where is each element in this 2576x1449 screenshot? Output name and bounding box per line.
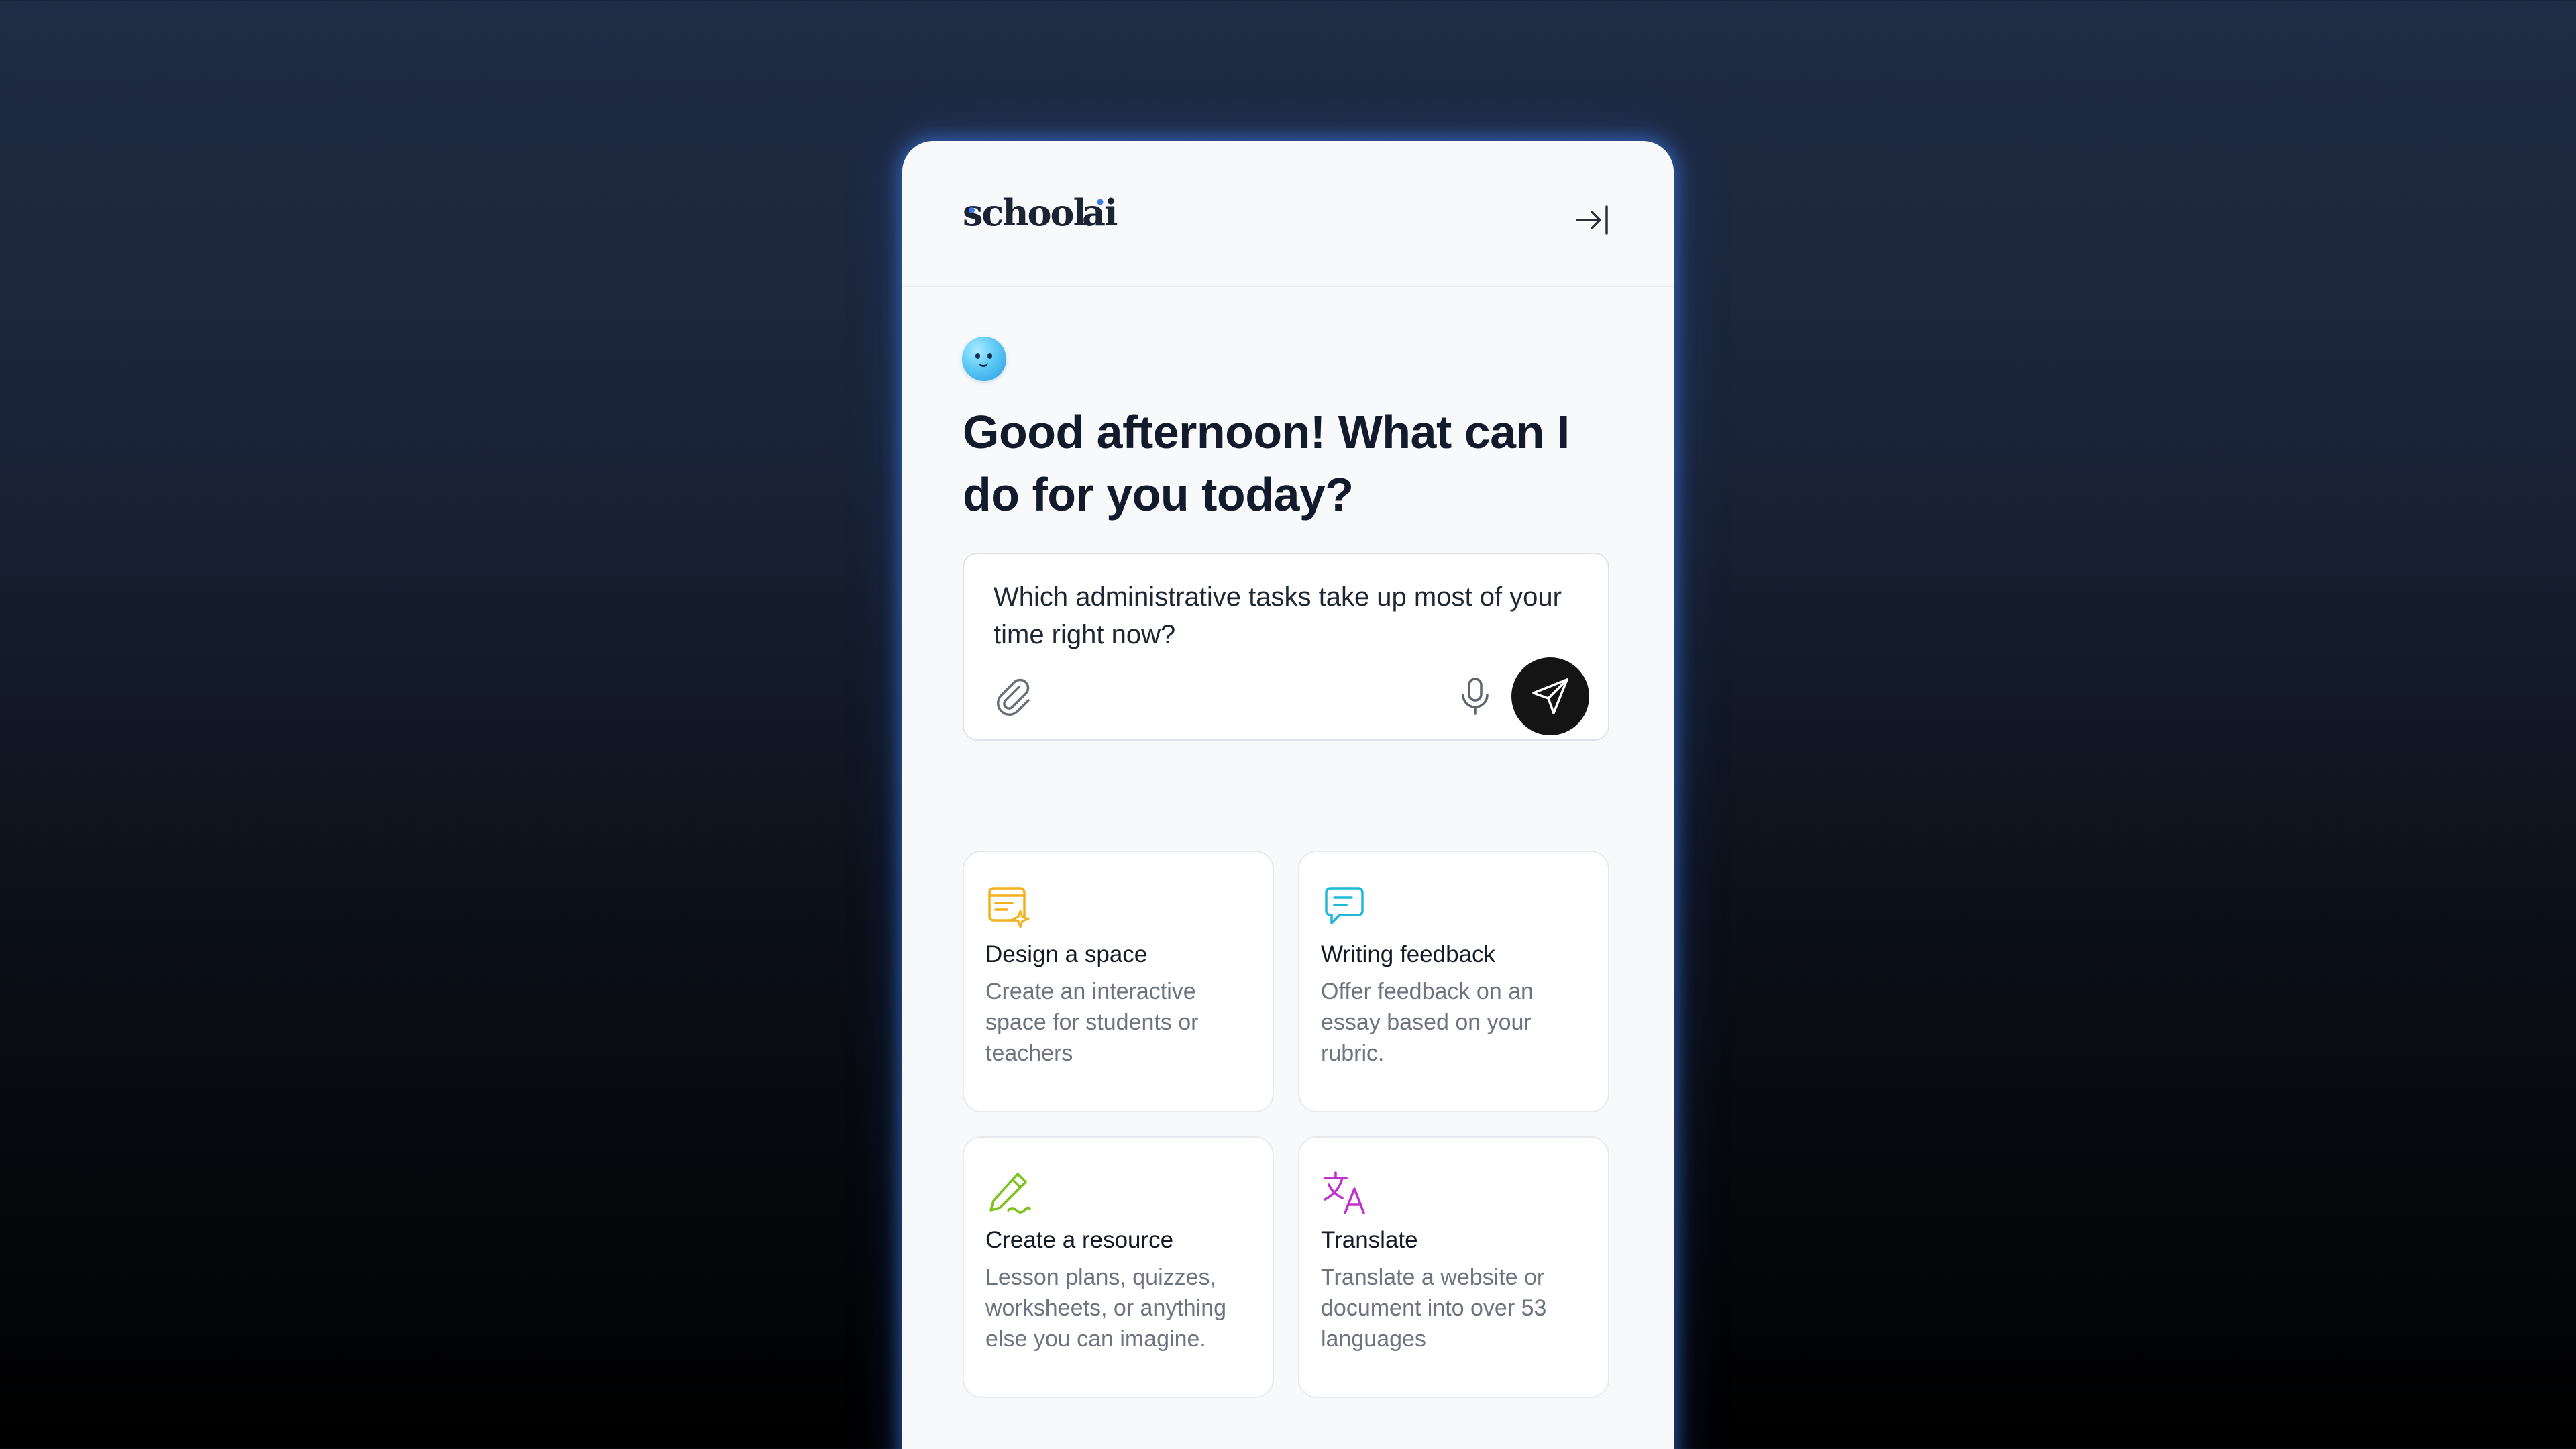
card-description: Translate a website or document into ove… <box>1321 1265 1547 1352</box>
chat-feedback-icon <box>1325 887 1364 924</box>
card-title: Writing feedback <box>1321 941 1496 967</box>
send-icon <box>1532 678 1568 714</box>
quick-action-translate[interactable]: Translate Translate a website or documen… <box>1298 1136 1609 1398</box>
collapse-panel-button[interactable] <box>1570 199 1613 241</box>
design-space-icon <box>988 887 1030 928</box>
collapse-right-icon <box>1576 205 1608 235</box>
paperclip-icon <box>997 678 1030 716</box>
microphone-icon <box>1462 678 1489 715</box>
prompt-composer: Which administrative tasks take up most … <box>963 553 1609 741</box>
card-title: Create a resource <box>985 1227 1174 1253</box>
quick-action-writing-feedback[interactable]: Writing feedback Offer feedback on an es… <box>1298 851 1609 1112</box>
card-description: Lesson plans, quizzes, worksheets, or an… <box>985 1265 1227 1352</box>
translate-icon <box>1324 1171 1365 1214</box>
avatar-eye-right <box>987 353 992 359</box>
avatar-eye-left <box>975 353 980 359</box>
pencil-icon <box>989 1173 1031 1214</box>
logo-wordmark: school ai <box>963 191 1119 234</box>
panel-header: school ai <box>902 141 1674 287</box>
card-description: Offer feedback on an essay based on your… <box>1321 979 1534 1066</box>
card-description: Create an interactive space for students… <box>985 979 1199 1066</box>
send-button[interactable] <box>1511 657 1589 735</box>
logo-accent-dot <box>969 207 975 213</box>
voice-input-button[interactable] <box>1451 672 1499 720</box>
assistant-panel: school ai Good afternoon! What can I do … <box>902 141 1674 1449</box>
card-title: Translate <box>1321 1227 1418 1253</box>
schoolai-logo: school ai <box>963 191 1130 239</box>
greeting-heading: Good afternoon! What can I do for you to… <box>963 406 1570 521</box>
assistant-avatar <box>962 337 1006 381</box>
card-title: Design a space <box>985 941 1148 967</box>
quick-action-design-space[interactable]: Design a space Create an interactive spa… <box>963 851 1274 1112</box>
svg-text:school: school <box>963 193 1087 233</box>
attach-file-button[interactable] <box>989 672 1038 720</box>
avatar-smile <box>979 361 988 367</box>
prompt-input[interactable]: Which administrative tasks take up most … <box>994 578 1584 659</box>
quick-action-create-resource[interactable]: Create a resource Lesson plans, quizzes,… <box>963 1136 1274 1398</box>
